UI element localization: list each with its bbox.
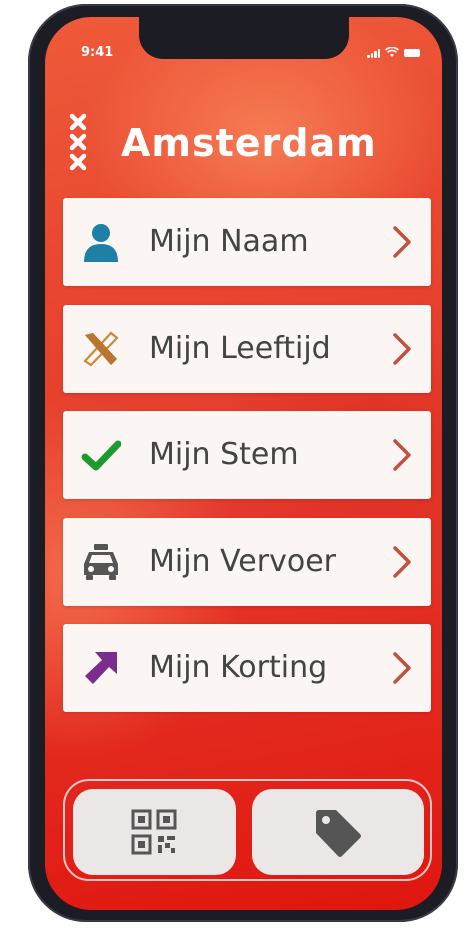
menu-item-label: Mijn Naam <box>149 224 309 259</box>
price-tag-icon <box>316 810 361 857</box>
arrow-up-right-icon <box>85 652 117 684</box>
battery-icon <box>404 48 420 57</box>
qr-code-icon <box>131 809 177 855</box>
amsterdam-crosses-logo-icon <box>69 113 87 171</box>
phone-notch <box>139 17 349 59</box>
status-icons <box>367 47 420 58</box>
menu-item-vervoer[interactable]: Mijn Vervoer <box>63 518 431 606</box>
checkmark-icon <box>81 440 121 471</box>
chevron-right-icon <box>393 546 411 578</box>
phone-frame: 9:41 Amsterdam Mijn Naam Mijn Leeftijd M… <box>28 4 458 922</box>
taxi-icon <box>84 544 118 580</box>
menu-item-label: Mijn Vervoer <box>149 544 336 579</box>
menu-item-naam[interactable]: Mijn Naam <box>63 198 431 286</box>
status-time: 9:41 <box>81 45 114 60</box>
menu-item-label: Mijn Korting <box>149 650 328 685</box>
menu-item-leeftijd[interactable]: Mijn Leeftijd <box>63 305 431 393</box>
price-tag-button[interactable] <box>252 789 424 875</box>
wifi-icon <box>385 47 399 57</box>
chevron-right-icon <box>393 439 411 471</box>
page-title: Amsterdam <box>121 121 377 165</box>
chevron-right-icon <box>393 652 411 684</box>
qr-code-button[interactable] <box>73 789 236 875</box>
bottom-tab-bar <box>63 779 432 881</box>
menu-item-label: Mijn Leeftijd <box>149 331 331 366</box>
chevron-right-icon <box>393 226 411 258</box>
chevron-right-icon <box>393 333 411 365</box>
menu-item-stem[interactable]: Mijn Stem <box>63 411 431 499</box>
crossed-bandage-icon <box>83 331 119 367</box>
signal-icon <box>367 48 380 58</box>
menu-item-label: Mijn Stem <box>149 437 299 472</box>
menu-item-korting[interactable]: Mijn Korting <box>63 624 431 712</box>
person-icon <box>84 224 118 262</box>
app-screen: 9:41 Amsterdam Mijn Naam Mijn Leeftijd M… <box>45 17 442 910</box>
